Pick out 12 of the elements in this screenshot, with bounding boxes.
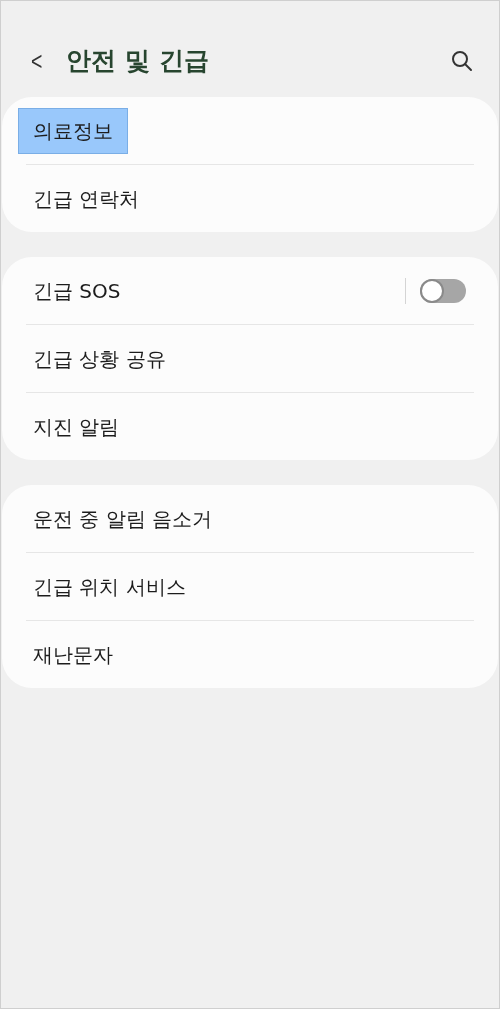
search-icon[interactable] <box>451 50 473 72</box>
setting-label[interactable]: 긴급 SOS <box>18 267 136 314</box>
setting-label[interactable]: 재난문자 <box>18 631 128 678</box>
setting-label[interactable]: 긴급 연락처 <box>18 175 155 222</box>
toggle-switch[interactable] <box>420 278 466 303</box>
page-title: 안전 및 긴급 <box>66 45 209 78</box>
setting-label[interactable]: 긴급 상황 공유 <box>18 335 181 382</box>
setting-label[interactable]: 의료정보 <box>18 107 128 154</box>
setting-label[interactable]: 긴급 위치 서비스 <box>18 563 201 610</box>
setting-label[interactable]: 운전 중 알림 음소거 <box>18 495 228 542</box>
back-button[interactable]: < <box>30 41 43 81</box>
setting-label[interactable]: 지진 알림 <box>18 403 135 450</box>
